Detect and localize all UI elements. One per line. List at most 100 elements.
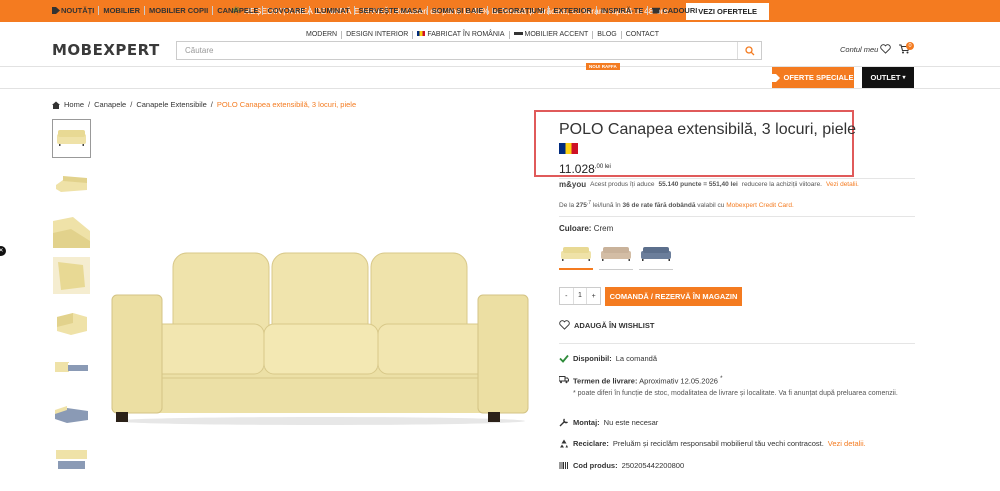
breadcrumb: Home / Canapele / Canapele Extensibile / PO… (52, 100, 356, 109)
breadcrumb-canapele-extensibile[interactable]: Canapele Extensibile (136, 100, 206, 109)
topnav-modern[interactable]: MODERN (302, 31, 343, 39)
qty-plus-button[interactable]: + (587, 293, 600, 300)
menu-serveste-masa[interactable]: SERVEȘTE MASA (355, 6, 428, 15)
romania-flag-icon (559, 143, 578, 154)
menu-mobilier-copii[interactable]: MOBILIER COPII (145, 6, 214, 15)
search-bar[interactable]: Căutare (176, 41, 762, 60)
myou-text-b: reducere la achiziții viitoare. (741, 181, 822, 188)
thumbnail-4[interactable] (52, 256, 91, 295)
color-swatch-bej[interactable] (599, 242, 633, 270)
outlet-button[interactable]: OUTLET ▾ (862, 67, 914, 88)
cod-value: 250205442200800 (621, 461, 685, 470)
thumbnail-7[interactable] (52, 393, 91, 432)
wishlist-heart-icon[interactable] (880, 44, 891, 54)
thumbnail-1[interactable] (52, 119, 91, 158)
rate-value: 275 (576, 202, 587, 210)
main-menu-items: NOUTĂȚI MOBILIER MOBILIER COPII CANAPELE… (52, 6, 701, 15)
search-icon[interactable] (737, 42, 761, 59)
menu-noutati[interactable]: NOUTĂȚI (52, 6, 100, 15)
cart-count-badge: 0 (906, 42, 914, 50)
reciclare-details-link[interactable]: Vezi detalii. (828, 439, 866, 448)
myou-details-link[interactable]: Vezi detalii. (826, 181, 859, 188)
menu-decoratiuni[interactable]: DECORAȚIUNI (488, 6, 550, 15)
wishlist-label: ADAUGĂ ÎN WISHLIST (574, 320, 655, 330)
qty-input[interactable]: 1 (572, 288, 588, 304)
thumbnail-5[interactable] (52, 302, 91, 341)
disponibil-value: La comandă (615, 354, 658, 363)
color-swatch-albastru[interactable] (639, 242, 673, 270)
rate-months: 36 de rate fără dobândă (622, 202, 696, 210)
delivery-row: Termen de livrare: Aproximativ 12.05.202… (559, 375, 903, 399)
divider (559, 216, 915, 217)
thumbnail-3[interactable] (52, 210, 91, 249)
home-icon (52, 101, 60, 109)
reciclare-row: Reciclare: Preluăm și reciclăm responsab… (559, 439, 866, 448)
montaj-label: Montaj: (573, 418, 600, 427)
product-price: 11.028,00 lei (559, 162, 611, 176)
color-swatch-crem[interactable] (559, 242, 593, 270)
gift-icon (652, 7, 661, 14)
disponibil-label: Disponibil: (573, 354, 612, 363)
topnav-contact[interactable]: CONTACT (622, 31, 663, 39)
price-decimals: ,00 lei (594, 164, 611, 170)
qty-minus-button[interactable]: - (560, 293, 573, 300)
color-selector-label: Culoare: Crem (559, 224, 613, 233)
price-main: 11.028 (559, 162, 595, 176)
reciclare-label: Reciclare: (573, 439, 609, 448)
installment-info: De la 275,7 lei/lună în 36 de rate fără … (559, 200, 794, 209)
heart-icon (559, 320, 570, 330)
breadcrumb-canapele[interactable]: Canapele (94, 100, 126, 109)
availability-row: Disponibil: La comandă (559, 354, 657, 363)
menu-somn-baie[interactable]: SOMN ȘI BAIE (428, 6, 489, 15)
check-icon (559, 354, 569, 363)
order-button[interactable]: COMANDĂ / REZERVĂ ÎN MAGAZIN (605, 287, 742, 306)
breadcrumb-separator: / (130, 100, 133, 109)
tag-icon (772, 73, 781, 82)
culoare-label: Culoare: (559, 224, 592, 233)
account-link[interactable]: Contul meu (840, 45, 878, 54)
menu-mobilier[interactable]: MOBILIER (99, 6, 146, 15)
breadcrumb-home[interactable]: Home (64, 100, 84, 109)
reciclare-value: Preluăm și reciclăm responsabil mobilier… (612, 439, 824, 448)
menu-exterior[interactable]: EXTERIOR (549, 6, 597, 15)
menu-canapele[interactable]: CANAPELE (213, 6, 264, 15)
menu-covoare[interactable]: COVOARE (263, 6, 311, 15)
search-input[interactable]: Căutare (177, 46, 737, 55)
oferte-label: OFERTE SPECIALE (783, 73, 854, 82)
chevron-down-icon: ▾ (902, 75, 906, 81)
oferte-speciale-button[interactable]: OFERTE SPECIALE (772, 67, 854, 88)
topnav-design-interior[interactable]: DESIGN INTERIOR (342, 31, 414, 39)
rate-suffix: valabil cu (697, 202, 725, 210)
breadcrumb-current: POLO Canapea extensibilă, 3 locuri, piel… (216, 100, 357, 109)
menu-cadouri[interactable]: CADOURI (648, 6, 701, 15)
menu-inspira-te[interactable]: INSPIRĂ-TE (597, 6, 649, 15)
close-icon[interactable]: ✕ (0, 246, 6, 256)
product-main-image[interactable] (100, 200, 540, 440)
tag-icon (52, 7, 60, 14)
divider (559, 178, 915, 179)
thumbnail-6[interactable] (52, 347, 91, 386)
topnav-blog[interactable]: BLOG (593, 31, 622, 39)
topnav-mobilier-accent[interactable]: MOBILIER ACCENT (510, 31, 594, 39)
divider (559, 343, 915, 344)
thumbnail-2[interactable] (52, 164, 91, 203)
outlet-label: OUTLET (870, 73, 901, 82)
quantity-stepper[interactable]: - 1 + (559, 287, 601, 305)
site-logo[interactable]: MOBEXPERT (52, 41, 160, 59)
barcode-icon (559, 462, 568, 469)
livrare-note: * poate diferi în funcție de stoc, modal… (573, 389, 898, 397)
thumbnail-8[interactable] (52, 439, 91, 478)
rate-mid: lei/lună în (592, 202, 621, 210)
montaj-row: Montaj: Nu este necesar (559, 418, 658, 427)
breadcrumb-separator: / (210, 100, 213, 109)
wrench-icon (559, 418, 568, 427)
livrare-label: Termen de livrare: (573, 376, 638, 386)
rate-decimals: ,7 (586, 200, 592, 206)
credit-card-link[interactable]: Mobexpert Credit Card. (726, 202, 794, 209)
menu-iluminat[interactable]: ILUMINAT (310, 6, 355, 15)
add-to-wishlist[interactable]: ADAUGĂ ÎN WISHLIST (559, 320, 654, 330)
product-title: POLO Canapea extensibilă, 3 locuri, piel… (559, 121, 857, 138)
topnav-fabricat-romania[interactable]: FABRICAT ÎN ROMÂNIA (413, 31, 510, 39)
myou-points-info: m&you Acest produs îți aduce 55.140 punc… (559, 180, 859, 189)
breadcrumb-separator: / (88, 100, 91, 109)
